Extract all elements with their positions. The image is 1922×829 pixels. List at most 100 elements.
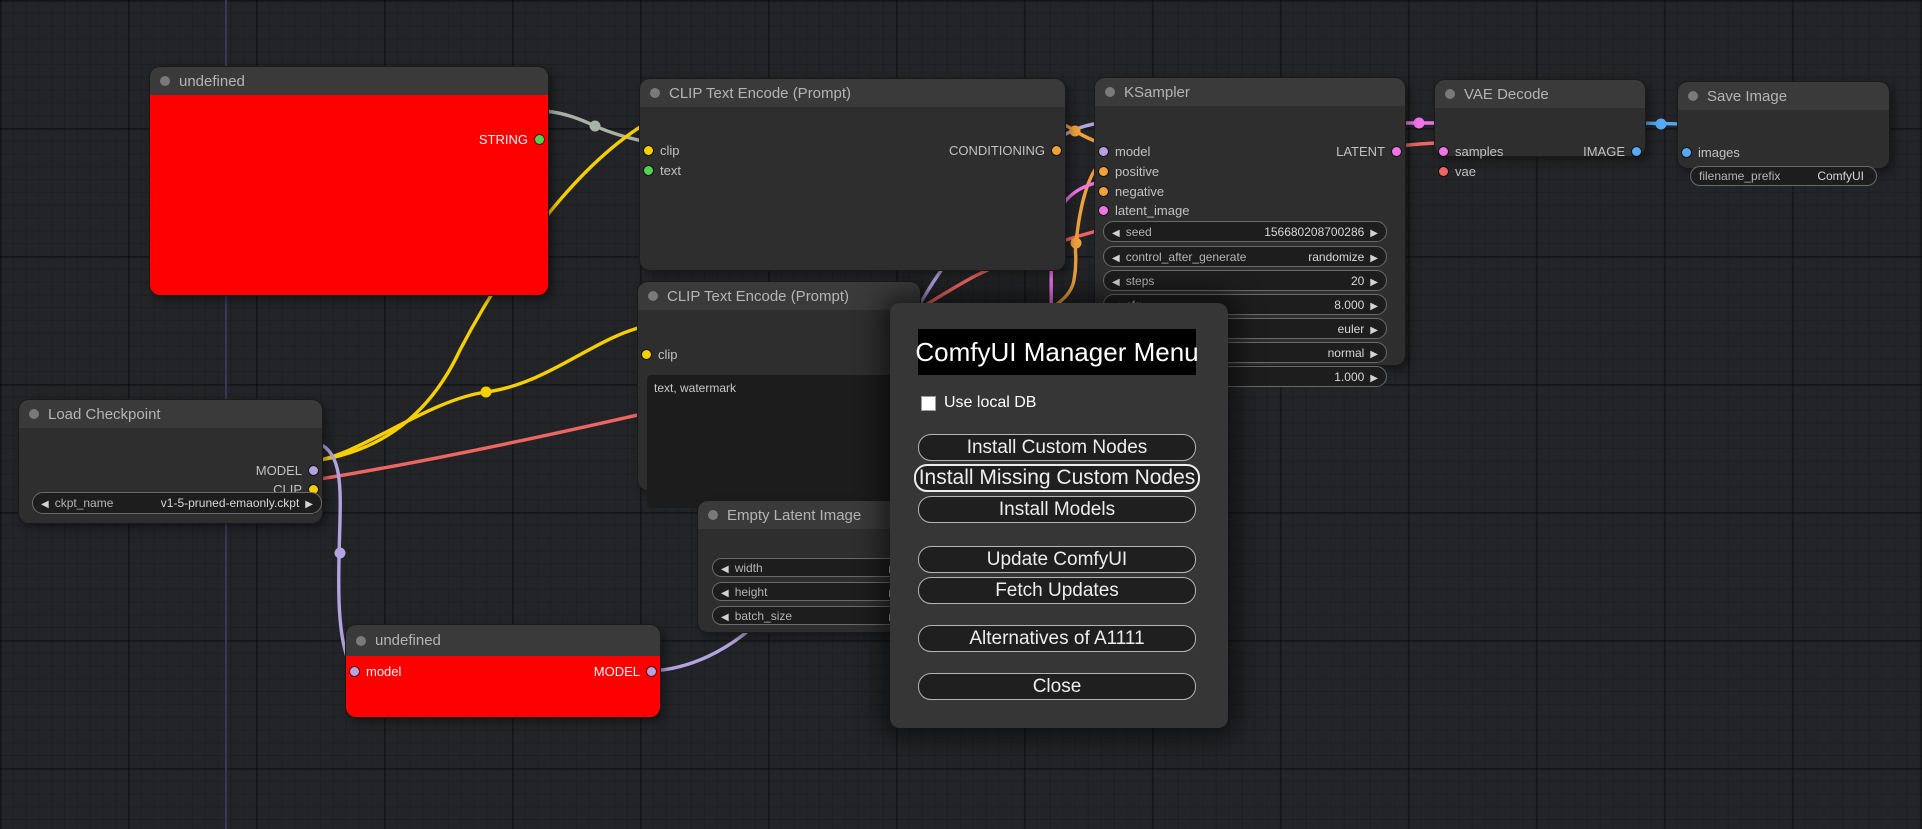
port-dot-vae[interactable] bbox=[1439, 166, 1448, 176]
port-dot-image[interactable] bbox=[1632, 146, 1641, 156]
port-dot-images[interactable] bbox=[1682, 147, 1691, 157]
collapse-dot-icon[interactable] bbox=[648, 291, 658, 301]
port-dot-clip[interactable] bbox=[642, 349, 651, 359]
collapse-dot-icon[interactable] bbox=[160, 76, 170, 86]
input-port-positive[interactable]: positive bbox=[1099, 162, 1159, 180]
input-port-samples[interactable]: samples bbox=[1439, 142, 1503, 160]
node-title-bar[interactable]: KSampler bbox=[1095, 78, 1405, 106]
decrement-icon[interactable] bbox=[1112, 250, 1120, 264]
collapse-dot-icon[interactable] bbox=[1105, 87, 1115, 97]
input-port-text[interactable]: text bbox=[644, 161, 681, 179]
wire-dot-clip[interactable] bbox=[480, 386, 492, 398]
node-title-bar[interactable]: CLIP Text Encode (Prompt) bbox=[638, 282, 920, 310]
decrement-icon[interactable] bbox=[1112, 274, 1120, 288]
fetch-updates-button[interactable]: Fetch Updates bbox=[918, 577, 1196, 604]
output-port-conditioning[interactable]: CONDITIONING bbox=[949, 141, 1061, 159]
use-local-db-checkbox[interactable] bbox=[921, 395, 936, 411]
port-dot-positive[interactable] bbox=[1099, 166, 1108, 176]
output-port-latent[interactable]: LATENT bbox=[1336, 142, 1401, 160]
node-empty-latent-image[interactable]: Empty Latent Image width height batch_si… bbox=[698, 501, 920, 632]
node-title-bar[interactable]: undefined bbox=[150, 67, 548, 95]
increment-icon[interactable] bbox=[1370, 250, 1378, 264]
output-port-model[interactable]: MODEL bbox=[594, 662, 656, 680]
port-dot-model-out[interactable] bbox=[647, 666, 656, 676]
node-vae-decode[interactable]: VAE Decode samples vae IMAGE bbox=[1435, 80, 1645, 179]
node-title-bar[interactable]: undefined bbox=[346, 625, 660, 656]
collapse-dot-icon[interactable] bbox=[356, 635, 366, 646]
increment-icon[interactable] bbox=[1370, 274, 1378, 288]
widget-ckpt-name[interactable]: ckpt_name v1-5-pruned-emaonly.ckpt bbox=[32, 492, 322, 514]
input-port-vae[interactable]: vae bbox=[1439, 162, 1476, 180]
prompt-textarea[interactable]: text, watermark bbox=[647, 375, 909, 508]
input-port-negative[interactable]: negative bbox=[1099, 182, 1164, 200]
node-load-checkpoint[interactable]: Load Checkpoint MODEL CLIP VAE ckpt_name… bbox=[19, 400, 322, 523]
output-port-image[interactable]: IMAGE bbox=[1583, 142, 1641, 160]
widget-filename-prefix[interactable]: filename_prefix ComfyUI bbox=[1690, 166, 1877, 186]
node-title-bar[interactable]: VAE Decode bbox=[1435, 80, 1645, 108]
wire-dot-negative[interactable] bbox=[1070, 237, 1082, 249]
node-title-bar[interactable]: CLIP Text Encode (Prompt) bbox=[640, 79, 1065, 107]
increment-icon[interactable] bbox=[1370, 370, 1378, 384]
port-dot-latent[interactable] bbox=[1392, 146, 1401, 156]
collapse-dot-icon[interactable] bbox=[650, 88, 660, 98]
wire-dot-positive[interactable] bbox=[1069, 125, 1081, 137]
decrement-icon[interactable] bbox=[41, 496, 49, 510]
widget-steps[interactable]: steps 20 bbox=[1103, 270, 1387, 291]
port-dot-samples[interactable] bbox=[1439, 146, 1448, 156]
port-dot-model[interactable] bbox=[1099, 146, 1108, 156]
port-dot-model[interactable] bbox=[350, 666, 359, 676]
collapse-dot-icon[interactable] bbox=[708, 510, 718, 520]
wire-clip-2[interactable] bbox=[312, 324, 648, 463]
node-clip-text-encode-1[interactable]: CLIP Text Encode (Prompt) clip text COND… bbox=[640, 79, 1065, 270]
node-undefined-bottom[interactable]: undefined model MODEL bbox=[346, 625, 660, 717]
port-dot-clip[interactable] bbox=[644, 145, 653, 155]
increment-icon[interactable] bbox=[1370, 322, 1378, 336]
increment-icon[interactable] bbox=[1370, 346, 1378, 360]
port-dot-negative[interactable] bbox=[1099, 186, 1108, 196]
output-port-string[interactable]: STRING bbox=[479, 130, 544, 148]
decrement-icon[interactable] bbox=[721, 585, 729, 599]
node-title-bar[interactable]: Save Image bbox=[1678, 82, 1889, 110]
install-missing-custom-nodes-button[interactable]: Install Missing Custom Nodes bbox=[914, 464, 1200, 492]
node-undefined-top[interactable]: undefined STRING bbox=[150, 67, 548, 295]
widget-seed[interactable]: seed 156680208700286 bbox=[1103, 221, 1387, 242]
install-custom-nodes-button[interactable]: Install Custom Nodes bbox=[918, 434, 1196, 461]
port-dot-text[interactable] bbox=[644, 165, 653, 175]
input-port-model[interactable]: model bbox=[350, 662, 401, 680]
widget-width[interactable]: width bbox=[712, 558, 906, 577]
decrement-icon[interactable] bbox=[721, 561, 729, 575]
node-canvas[interactable]: undefined STRING CLIP Text Encode (Promp… bbox=[0, 0, 1922, 829]
port-dot-string[interactable] bbox=[535, 134, 544, 144]
input-port-latent-image[interactable]: latent_image bbox=[1099, 201, 1189, 219]
input-port-images[interactable]: images bbox=[1682, 143, 1740, 161]
output-port-model[interactable]: MODEL bbox=[256, 461, 318, 479]
node-save-image[interactable]: Save Image images filename_prefix ComfyU… bbox=[1678, 82, 1889, 186]
port-dot-model[interactable] bbox=[309, 465, 318, 475]
widget-control-after-generate[interactable]: control_after_generate randomize bbox=[1103, 246, 1387, 267]
widget-batch-size[interactable]: batch_size bbox=[712, 606, 906, 625]
input-port-clip[interactable]: clip bbox=[642, 345, 678, 363]
collapse-dot-icon[interactable] bbox=[29, 409, 39, 419]
node-title-bar[interactable]: Load Checkpoint bbox=[19, 400, 322, 428]
decrement-icon[interactable] bbox=[1112, 225, 1120, 239]
node-title-bar[interactable]: Empty Latent Image bbox=[698, 501, 920, 529]
increment-icon[interactable] bbox=[1370, 225, 1378, 239]
wire-dot-string[interactable] bbox=[589, 120, 601, 132]
port-dot-latent-image[interactable] bbox=[1099, 205, 1108, 215]
install-models-button[interactable]: Install Models bbox=[918, 496, 1196, 523]
node-clip-text-encode-2[interactable]: CLIP Text Encode (Prompt) clip text, wat… bbox=[638, 282, 920, 508]
widget-height[interactable]: height bbox=[712, 582, 906, 601]
collapse-dot-icon[interactable] bbox=[1688, 91, 1698, 101]
alternatives-of-a1111-button[interactable]: Alternatives of A1111 bbox=[918, 625, 1196, 652]
increment-icon[interactable] bbox=[305, 496, 313, 510]
close-button[interactable]: Close bbox=[918, 673, 1196, 700]
port-dot-conditioning[interactable] bbox=[1052, 145, 1061, 155]
input-port-clip[interactable]: clip bbox=[644, 141, 680, 159]
wire-dot-image[interactable] bbox=[1655, 118, 1667, 130]
wire-dot-model[interactable] bbox=[334, 547, 346, 559]
decrement-icon[interactable] bbox=[721, 609, 729, 623]
update-comfyui-button[interactable]: Update ComfyUI bbox=[918, 546, 1196, 573]
input-port-model[interactable]: model bbox=[1099, 142, 1150, 160]
wire-dot-latent[interactable] bbox=[1413, 117, 1425, 129]
collapse-dot-icon[interactable] bbox=[1445, 89, 1455, 99]
